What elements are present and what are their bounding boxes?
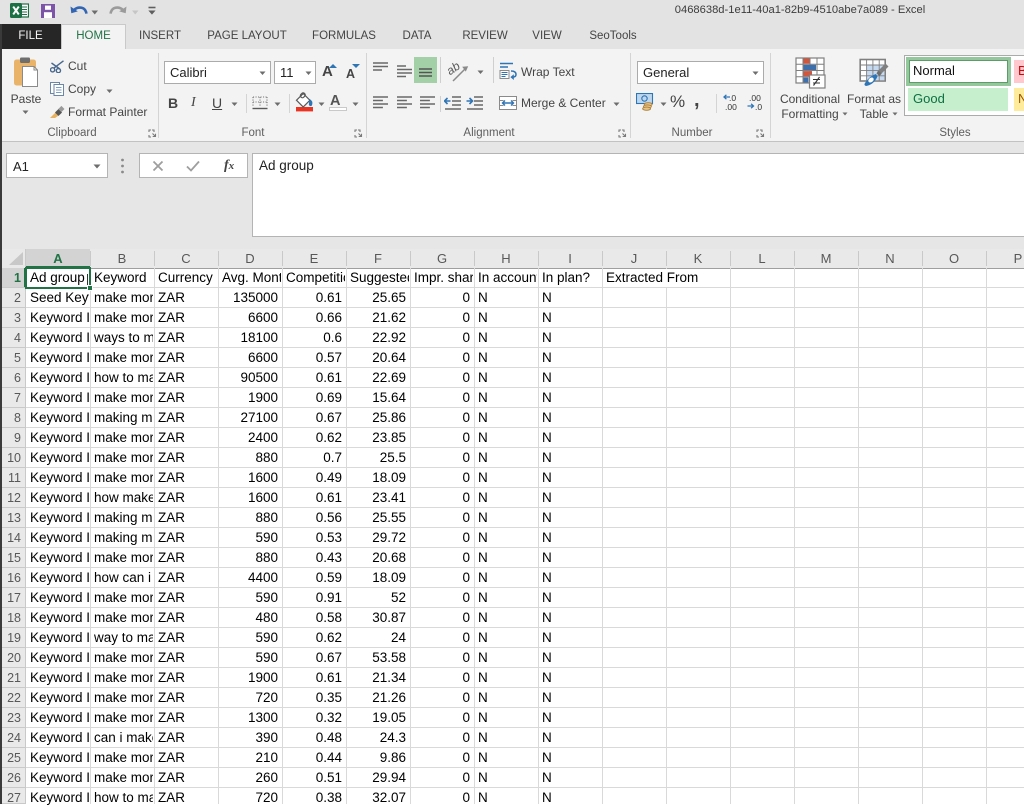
svg-text:ab: ab — [446, 61, 463, 78]
svg-text:.00: .00 — [725, 102, 737, 112]
